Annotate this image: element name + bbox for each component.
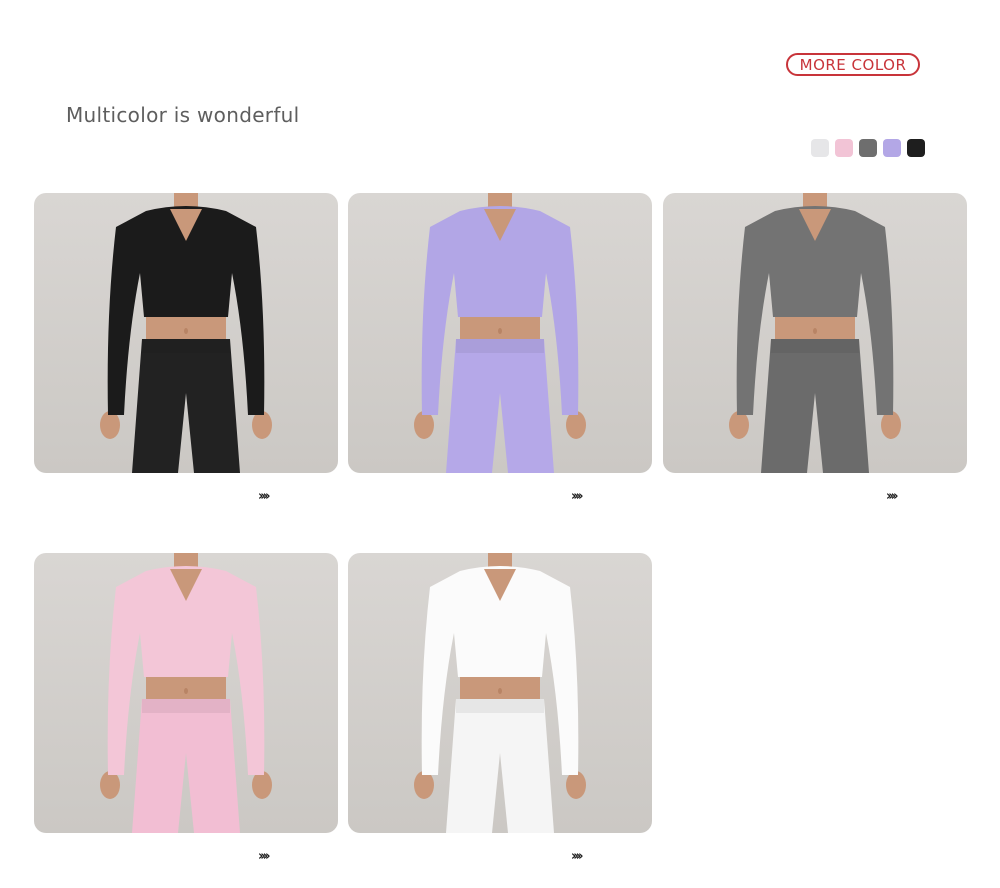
product-image-black[interactable] [34,193,338,473]
more-color-button[interactable]: MORE COLOR [786,53,920,76]
product-image-pink[interactable] [34,553,338,833]
swatch-lavender[interactable] [883,139,901,157]
swatch-black[interactable] [907,139,925,157]
product-image-white[interactable] [348,553,652,833]
section-heading: Multicolor is wonderful [66,103,300,127]
swatch-pink[interactable] [835,139,853,157]
arrows-icon[interactable]: ›››› [258,849,271,864]
arrows-icon[interactable]: ›››› [571,489,584,504]
product-image-lavender[interactable] [348,193,652,473]
swatch-light-grey[interactable] [811,139,829,157]
color-swatches [811,139,925,157]
swatch-grey[interactable] [859,139,877,157]
arrows-icon[interactable]: ›››› [886,489,899,504]
arrows-icon[interactable]: ›››› [571,849,584,864]
arrows-icon[interactable]: ›››› [258,489,271,504]
product-image-grey[interactable] [663,193,967,473]
